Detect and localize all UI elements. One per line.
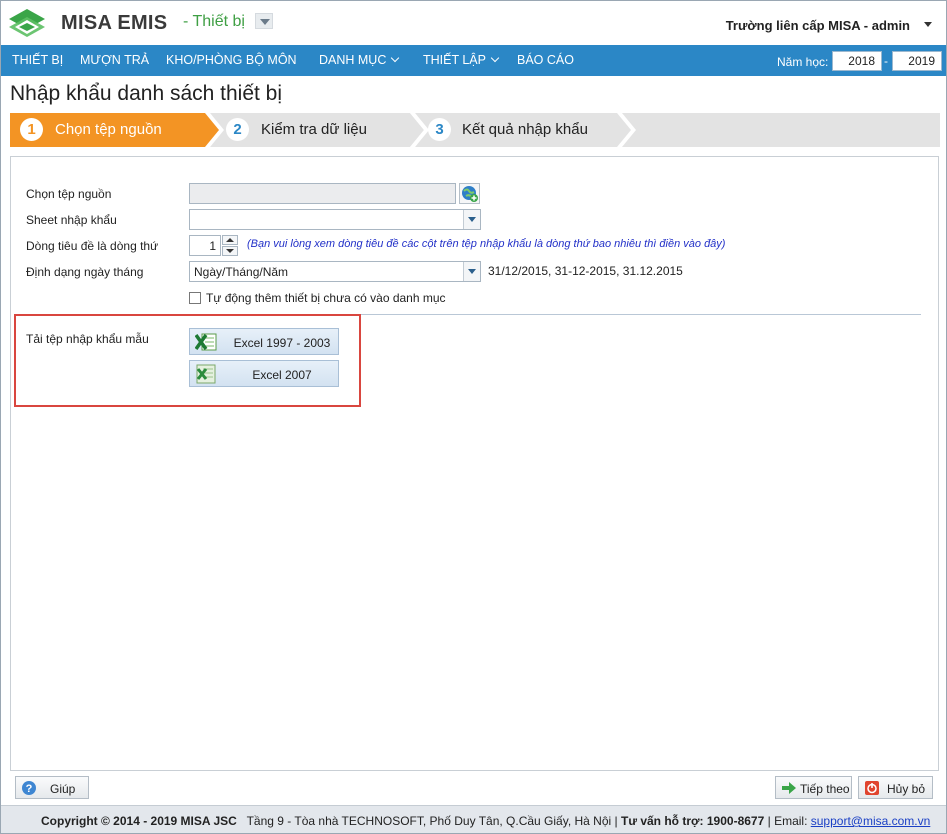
module-switch-dropdown[interactable] [255, 13, 273, 29]
step-2-number: 2 [226, 118, 249, 141]
nav-item-muon-tra[interactable]: MƯỢN TRẢ [80, 53, 149, 67]
year-separator: - [884, 54, 888, 68]
cancel-label: Hủy bỏ [887, 782, 926, 796]
source-file-input[interactable] [189, 183, 456, 204]
date-format-example: 31/12/2015, 31-12-2015, 31.12.2015 [488, 264, 683, 278]
wizard-steps: 1 Chọn tệp nguồn 2 Kiểm tra dữ liệu 3 Kế… [10, 113, 940, 147]
nav-item-kho-phong-bo-mon[interactable]: KHO/PHÒNG BỘ MÔN [166, 53, 297, 67]
user-account[interactable]: Trường liên cấp MISA - admin [726, 18, 910, 33]
support-email-link[interactable]: support@misa.com.vn [811, 814, 931, 828]
cancel-button[interactable]: Hủy bỏ [858, 776, 933, 799]
spin-up-button[interactable] [222, 235, 238, 245]
nav-item-danh-muc[interactable]: DANH MỤC [319, 53, 400, 67]
step-3-label: Kết quả nhập khẩu [462, 121, 588, 138]
help-icon: ? [22, 781, 36, 795]
footer-hotline: Tư vấn hỗ trợ: 1900-8677 [620, 814, 765, 828]
step-1-label: Chọn tệp nguồn [55, 121, 162, 138]
auto-add-checkbox[interactable] [189, 292, 201, 304]
module-name: - Thiết bị [183, 13, 245, 30]
nav-item-bao-cao[interactable]: BÁO CÁO [517, 53, 574, 67]
footer: Copyright © 2014 - 2019 MISA JSC Tầng 9 … [1, 805, 946, 833]
date-format-value: Ngày/Tháng/Năm [194, 265, 289, 279]
excel-2003-label: Excel 1997 - 2003 [233, 336, 331, 350]
brand-name: MISA EMIS [61, 12, 168, 34]
footer-copyright: Copyright © 2014 - 2019 MISA JSC [41, 814, 237, 828]
spin-down-button[interactable] [222, 246, 238, 256]
year-to-input[interactable]: 2019 [892, 51, 942, 71]
header-row-input[interactable]: 1 [189, 235, 221, 256]
download-excel-2003-button[interactable]: Excel 1997 - 2003 [189, 328, 339, 355]
header-row-hint: (Bạn vui lòng xem dòng tiêu đề các cột t… [247, 238, 726, 250]
year-from-input[interactable]: 2018 [832, 51, 882, 71]
sheet-select[interactable] [189, 209, 481, 230]
footer-text: Copyright © 2014 - 2019 MISA JSC Tầng 9 … [41, 814, 931, 828]
svg-text:?: ? [26, 783, 33, 795]
help-button[interactable]: ? Giúp [15, 776, 89, 799]
excel-2007-label: Excel 2007 [252, 368, 312, 382]
auto-add-label[interactable]: Tự động thêm thiết bị chưa có vào danh m… [206, 291, 446, 305]
user-menu-caret-icon[interactable] [924, 22, 932, 27]
download-excel-2007-button[interactable]: Excel 2007 [189, 360, 339, 387]
source-file-label: Chọn tệp nguồn [26, 187, 112, 201]
sheet-label: Sheet nhập khẩu [26, 213, 117, 227]
step-3-number: 3 [428, 118, 451, 141]
footer-address: Tầng 9 - Tòa nhà TECHNOSOFT, Phố Duy Tân… [246, 814, 612, 828]
globe-add-icon [462, 186, 478, 202]
step-1-number: 1 [20, 118, 43, 141]
next-button[interactable]: Tiếp theo [775, 776, 852, 799]
chevron-down-icon [490, 53, 500, 63]
template-download-label: Tải tệp nhập khẩu mẫu [26, 332, 149, 346]
main-nav: THIẾT BỊ MƯỢN TRẢ KHO/PHÒNG BỘ MÔN DANH … [1, 45, 946, 76]
date-format-label: Định dạng ngày tháng [26, 265, 144, 279]
misa-logo-icon [9, 9, 45, 37]
nav-item-thiet-bi[interactable]: THIẾT BỊ [12, 53, 63, 67]
browse-file-button[interactable] [459, 183, 480, 204]
top-bar: MISA EMIS - Thiết bị Trường liên cấp MIS… [1, 1, 946, 45]
date-format-select[interactable]: Ngày/Tháng/Năm [189, 261, 481, 282]
page-title: Nhập khẩu danh sách thiết bị [10, 82, 283, 105]
header-row-label: Dòng tiêu đề là dòng thứ [26, 239, 159, 253]
chevron-down-icon[interactable] [463, 210, 480, 229]
school-year-label: Năm học: [777, 55, 829, 69]
power-icon [865, 781, 879, 795]
chevron-down-icon[interactable] [463, 262, 480, 281]
next-label: Tiếp theo [800, 782, 850, 796]
help-label: Giúp [50, 782, 76, 796]
chevron-down-icon [391, 53, 400, 63]
arrow-right-icon [782, 782, 796, 794]
nav-item-thiet-lap[interactable]: THIẾT LẬP [423, 53, 500, 67]
step-2-label: Kiểm tra dữ liệu [261, 121, 367, 138]
footer-email-label: Email: [774, 814, 808, 828]
